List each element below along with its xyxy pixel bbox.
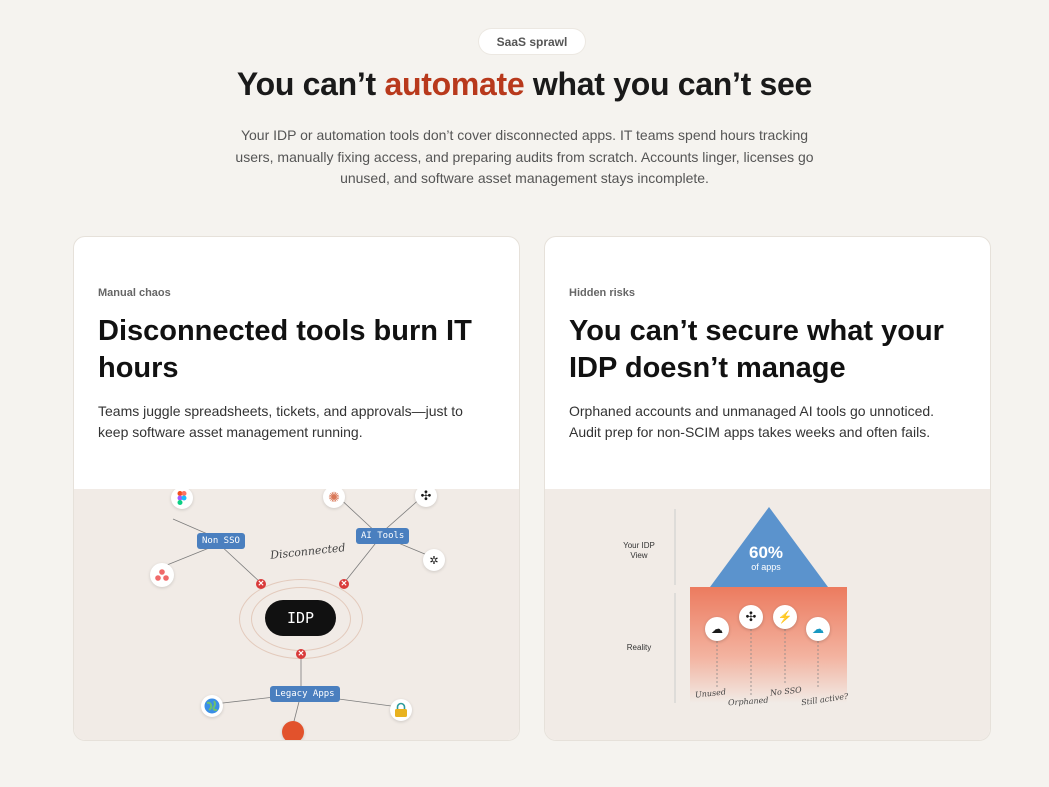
salesforce-icon: ☁: [806, 617, 830, 641]
percent-value: 60%: [748, 543, 784, 562]
tag-ai-tools: AI Tools: [356, 528, 410, 544]
idp-coverage-diagram: Your IDP View Reality 60% of apps ☁ ✣ ⚡ …: [545, 489, 990, 740]
headline-pre: You can’t: [236, 66, 385, 102]
label-reality: Reality: [626, 643, 652, 652]
openai-icon: ✣: [739, 605, 763, 629]
card-manual-chaos: Manual chaos Disconnected tools burn IT …: [73, 236, 520, 741]
disconnected-x-icon: ✕: [296, 649, 306, 659]
idp-pill: IDP: [265, 600, 336, 636]
cloud-icon: ☁: [705, 617, 729, 641]
card-title: Disconnected tools burn IT hours: [98, 315, 472, 384]
tool-icon: [282, 721, 304, 740]
globe-icon: [201, 695, 223, 717]
card-hidden-risks: Hidden risks You can’t secure what your …: [544, 236, 991, 741]
disconnected-x-icon: ✕: [339, 579, 349, 589]
disconnected-x-icon: ✕: [256, 579, 266, 589]
section-pill: SaaS sprawl: [479, 29, 585, 54]
card-eyebrow: Hidden risks: [569, 287, 636, 299]
card-body: Teams juggle spreadsheets, tickets, and …: [98, 403, 463, 440]
tag-legacy-apps: Legacy Apps: [270, 686, 340, 702]
card-eyebrow: Manual chaos: [98, 287, 171, 299]
lock-icon: [390, 699, 412, 721]
label-idp-view: Your IDP View: [623, 541, 655, 560]
robot-icon: ✲: [423, 549, 445, 571]
coverage-percent: 60% of apps: [741, 543, 791, 573]
percent-caption: of apps: [751, 562, 781, 572]
asana-icon: [150, 563, 174, 587]
tag-non-sso: Non SSO: [197, 533, 245, 549]
section-subtitle: Your IDP or automation tools don’t cover…: [235, 127, 814, 186]
card-title: You can’t secure what your IDP doesn’t m…: [569, 315, 944, 384]
bolt-icon: ⚡: [773, 605, 797, 629]
section-headline: You can’t automate what you can’t see: [0, 66, 1049, 103]
headline-post: what you can’t see: [524, 66, 813, 102]
disconnected-diagram: IDP Disconnected Non SSO AI Tools Legacy…: [74, 489, 519, 740]
card-body: Orphaned accounts and unmanaged AI tools…: [569, 403, 935, 440]
headline-accent: automate: [384, 66, 525, 102]
